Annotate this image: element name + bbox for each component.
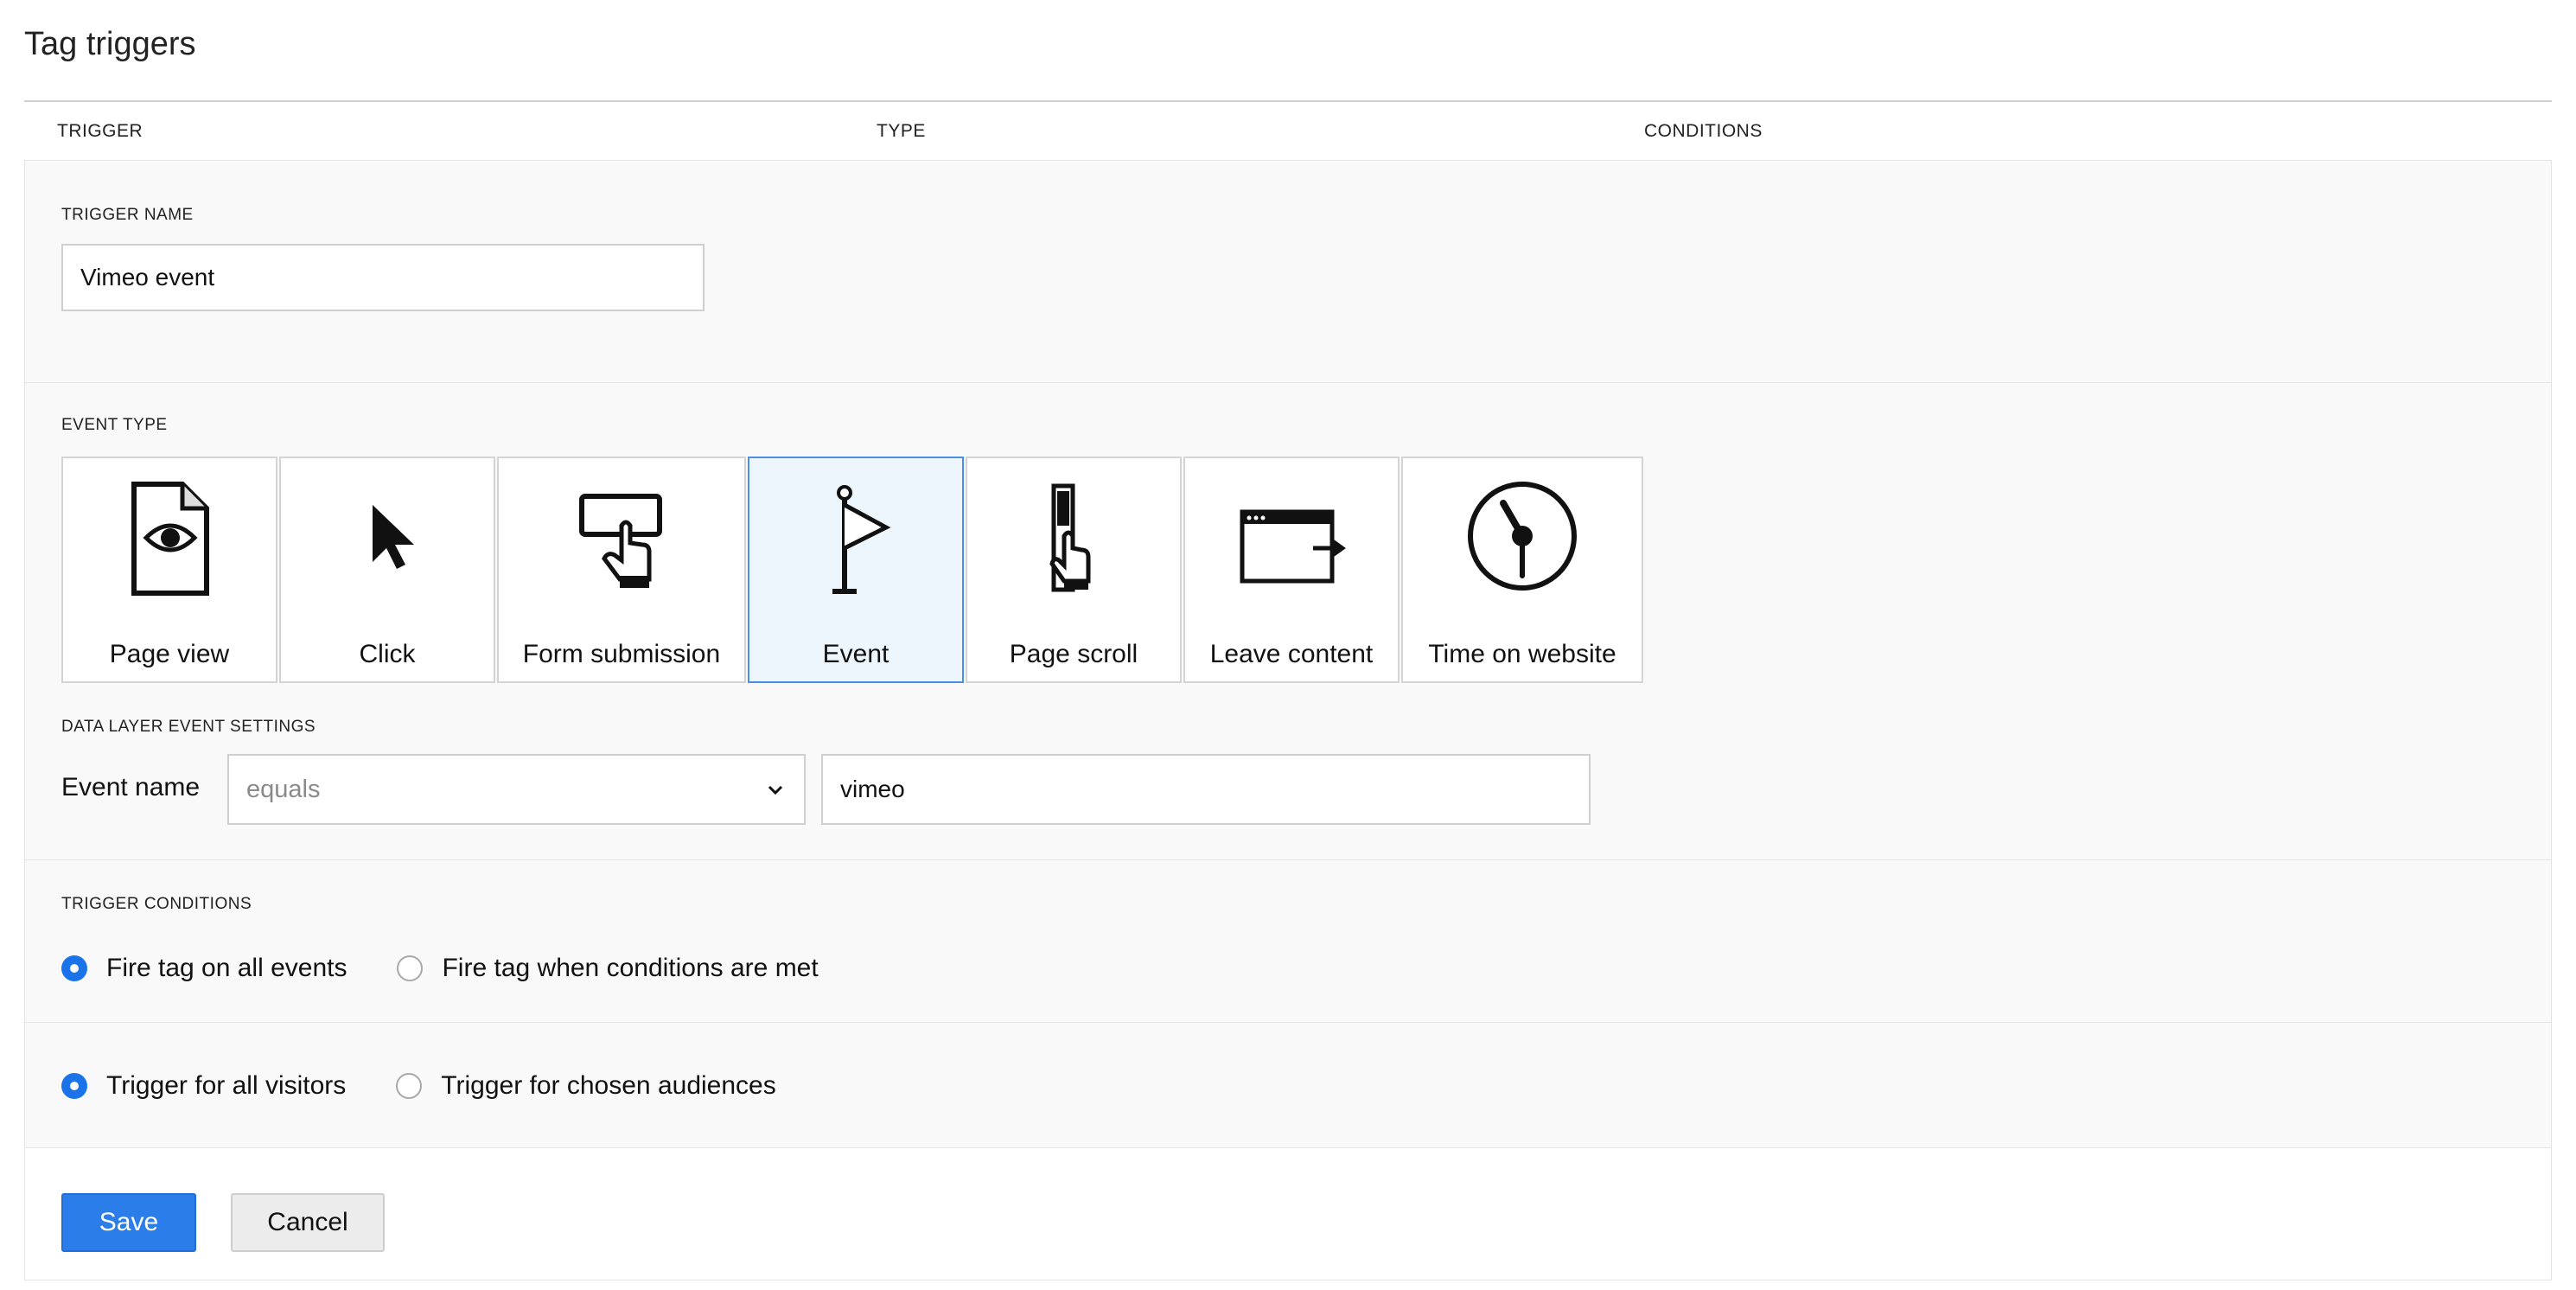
trigger-conditions-options: Fire tag on all events Fire tag when con… (61, 954, 869, 983)
chevron-down-icon (768, 785, 783, 795)
tile-label: Time on website (1428, 640, 1616, 668)
trigger-name-section: TRIGGER NAME Vimeo event (25, 161, 2551, 383)
event-name-label: Event name (61, 773, 201, 801)
radio-label: Trigger for chosen audiences (441, 1071, 776, 1100)
radio-label: Trigger for all visitors (106, 1071, 347, 1100)
cancel-button[interactable]: Cancel (231, 1193, 385, 1252)
audience-options: Trigger for all visitors Trigger for cho… (61, 1071, 826, 1101)
event-name-value-input[interactable]: vimeo (821, 754, 1591, 825)
radio-button-checked[interactable] (61, 1073, 87, 1099)
trigger-conditions-section: TRIGGER CONDITIONS Fire tag on all event… (25, 860, 2551, 1023)
trigger-edit-panel: TRIGGER NAME Vimeo event EVENT TYPE Page… (24, 161, 2552, 1280)
column-header-conditions: CONDITIONS (1644, 121, 1763, 141)
tile-label: Leave content (1209, 640, 1374, 668)
column-header-trigger: TRIGGER (57, 121, 143, 141)
radio-fire-all-events[interactable]: Fire tag on all events (61, 954, 347, 983)
radio-button-checked[interactable] (61, 955, 87, 981)
radio-label: Fire tag on all events (106, 954, 348, 982)
radio-fire-when-conditions-met[interactable]: Fire tag when conditions are met (397, 954, 819, 983)
operator-select-value: equals (246, 775, 321, 803)
page-title: Tag triggers (24, 26, 196, 62)
radio-button[interactable] (396, 1073, 423, 1099)
radio-chosen-audiences[interactable]: Trigger for chosen audiences (396, 1071, 776, 1101)
save-button[interactable]: Save (61, 1193, 196, 1252)
trigger-name-input[interactable]: Vimeo event (61, 244, 705, 311)
tile-label: Form submission (522, 640, 721, 668)
trigger-conditions-label: TRIGGER CONDITIONS (61, 895, 252, 913)
tile-label: Click (359, 640, 416, 668)
event-type-form-submission[interactable]: Form submission (497, 457, 746, 683)
event-type-click[interactable]: Click (279, 457, 495, 683)
event-type-label: EVENT TYPE (61, 416, 168, 434)
tile-label: Page scroll (1009, 640, 1138, 668)
trigger-name-label: TRIGGER NAME (61, 206, 194, 224)
event-type-time-on-website[interactable]: Time on website (1401, 457, 1643, 683)
event-type-page-view[interactable]: Page view (61, 457, 277, 683)
event-type-page-scroll[interactable]: Page scroll (966, 457, 1182, 683)
radio-all-visitors[interactable]: Trigger for all visitors (61, 1071, 346, 1101)
radio-button[interactable] (397, 955, 424, 981)
data-layer-settings-label: DATA LAYER EVENT SETTINGS (61, 718, 316, 736)
operator-select[interactable]: equals (227, 754, 806, 825)
event-type-event[interactable]: Event (748, 457, 964, 683)
tile-label: Page view (109, 640, 230, 668)
radio-label: Fire tag when conditions are met (442, 954, 819, 982)
column-header-type: TYPE (877, 121, 926, 141)
event-type-leave-content[interactable]: Leave content (1183, 457, 1400, 683)
tile-label: Event (822, 640, 889, 668)
audience-section: Trigger for all visitors Trigger for cho… (25, 1023, 2551, 1148)
event-type-tiles: Page view Click Form submission Event Pa… (61, 457, 1645, 683)
table-header: TRIGGER TYPE CONDITIONS (24, 100, 2552, 161)
